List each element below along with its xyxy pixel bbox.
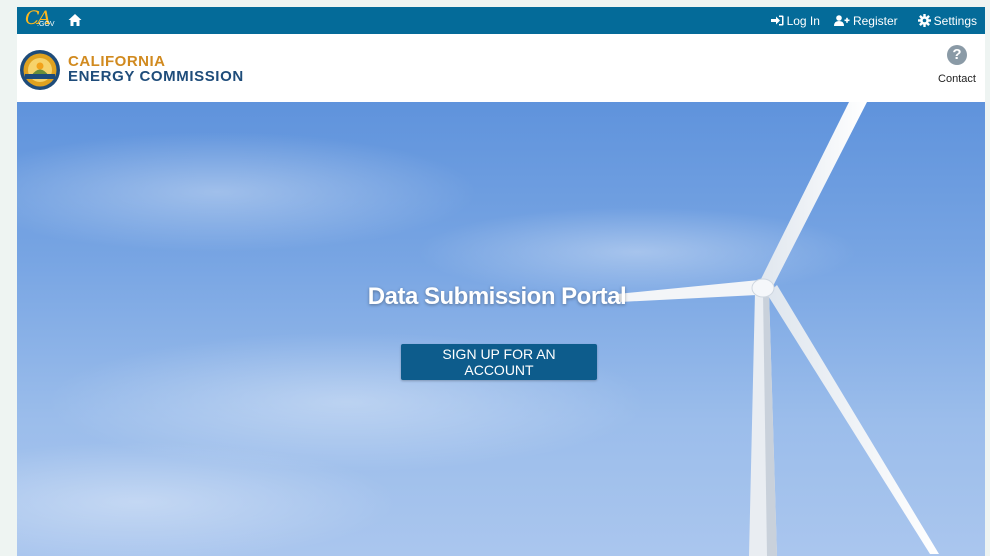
login-label: Log In: [786, 13, 820, 28]
home-icon[interactable]: [68, 13, 82, 27]
agency-name[interactable]: CALIFORNIA ENERGY COMMISSION: [68, 54, 244, 84]
ca-gov-logo-suffix: .GOV: [37, 21, 55, 28]
agency-name-line1: CALIFORNIA: [68, 53, 166, 70]
sign-up-button[interactable]: SIGN UP FOR AN ACCOUNT: [401, 344, 597, 380]
gear-icon: [917, 14, 931, 27]
contact-label: Contact: [938, 73, 976, 85]
register-label: Register: [852, 13, 898, 28]
energy-commission-seal[interactable]: [19, 49, 61, 91]
hero-title: Data Submission Portal: [367, 283, 627, 310]
contact-link[interactable]: ? Contact: [937, 45, 977, 85]
login-link[interactable]: Log In: [770, 13, 820, 28]
page: CA .GOV Log In Register Settings CALIFOR…: [17, 7, 985, 556]
hero-banner: Data Submission Portal SIGN UP FOR AN AC…: [17, 102, 985, 556]
branding-header: CALIFORNIA ENERGY COMMISSION ? Contact: [17, 34, 985, 102]
utility-links: Log In Register Settings: [770, 7, 985, 34]
settings-label: Settings: [933, 13, 977, 28]
ca-gov-logo[interactable]: CA .GOV: [25, 7, 57, 32]
question-circle-icon: ?: [947, 45, 967, 65]
wind-turbine-image: [17, 102, 939, 556]
top-utility-bar: CA .GOV Log In Register Settings: [17, 7, 985, 34]
settings-link[interactable]: Settings: [917, 13, 977, 28]
user-plus-icon: [833, 15, 850, 26]
sign-in-icon: [770, 15, 784, 26]
register-link[interactable]: Register: [833, 13, 898, 28]
agency-name-line2: ENERGY COMMISSION: [68, 68, 244, 85]
